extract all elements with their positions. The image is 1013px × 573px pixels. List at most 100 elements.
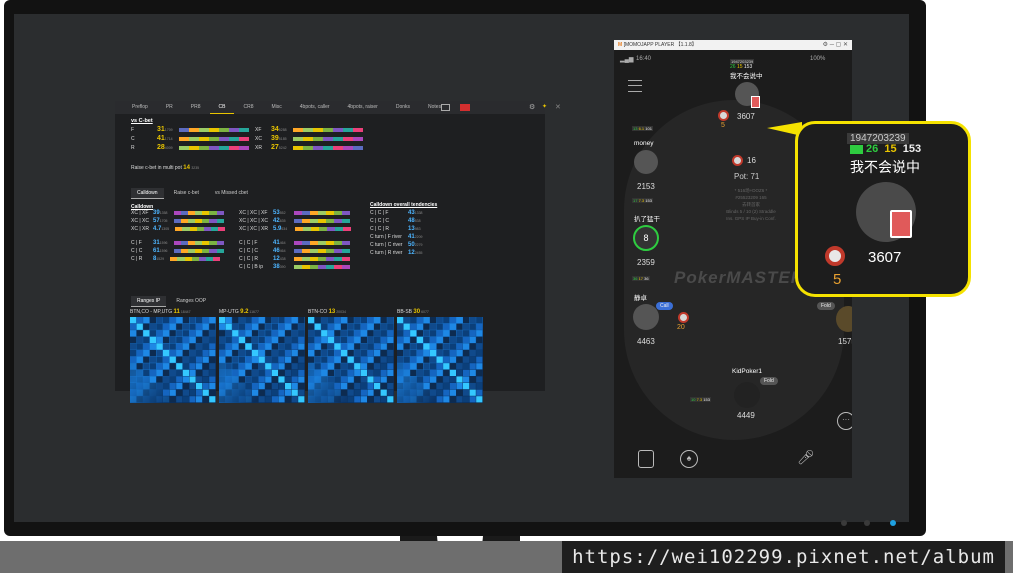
stat-value[interactable]: 13 [408,226,415,232]
more-options-icon[interactable]: ··· [837,412,852,430]
stat-value[interactable]: 39 [153,210,160,216]
left-player-2-timer[interactable]: 8 [633,225,659,251]
stat-label: XC | XR [131,226,149,232]
settings-icon[interactable]: ⚙ [529,103,535,111]
tab-pr8[interactable]: PR8 [182,101,210,114]
stat-value[interactable]: 31 [157,126,165,133]
stat-value[interactable]: 42 [273,218,280,224]
stat-value[interactable]: 46 [273,248,280,254]
tab-ranges-oop[interactable]: Ranges OOP [170,296,212,307]
table-info-line: Blinds 5 / 10 (2) Straddle [726,209,776,214]
range-sample: 6077 [420,310,429,314]
spade-icon[interactable]: ♠ [680,450,698,468]
ranges-panel: BTN,CO - MP,UTG 11 18447 MP-UTG 9.2 11677… [130,309,550,409]
stat-value[interactable]: 31 [153,240,160,246]
pin-icon[interactable]: ✦ [542,103,547,110]
subtab-vs-missed-cbet[interactable]: vs Missed cbet [209,188,254,199]
stat-value[interactable]: 27 [271,144,279,151]
stat-value[interactable]: 48 [408,218,415,224]
stat-row: C | C | C 46 464 [239,248,350,254]
stat-value[interactable]: 41 [273,240,280,246]
tab-cb[interactable]: CB [209,101,235,114]
stat-row: C | C | F 41 464 [239,240,350,246]
bottom-player-avatar[interactable] [734,382,760,408]
range-label: BTN-CO [308,309,329,315]
subtab-calldown[interactable]: Calldown [131,188,164,199]
stat-value[interactable]: 4.7 [153,226,161,232]
left-player-1-name: money [634,140,654,147]
stat-bar [170,257,221,261]
stat-value[interactable]: 57 [153,218,160,224]
flag-icon[interactable] [460,104,470,111]
window-controls-icon[interactable]: ⚙ ─ ▢ ✕ [823,40,848,50]
range-grid[interactable] [130,317,216,403]
power-led [890,520,896,526]
table-info-line: Ins. GPS IP Buy-in Conf. [726,216,776,221]
overall-title: Calldown overall tendencies [370,202,438,208]
stat-sample: 464 [279,249,286,253]
tab-cr8[interactable]: CR8 [234,101,262,114]
stat-label: C turn | F river [370,234,402,240]
stat-bar [178,127,249,132]
bet-chip-icon [825,246,845,266]
stat-bar [295,227,352,231]
tab-pr[interactable]: PR [157,101,182,114]
close-icon[interactable]: ✕ [555,103,561,111]
stat-sample: 390 [279,265,286,269]
range-sample: 11677 [248,310,259,314]
right-player-action: Fold [817,302,835,310]
left-player-1-avatar[interactable] [634,150,658,174]
range-title: BB-SB 30 6077 [397,309,485,315]
tab-misc[interactable]: Misc [263,101,291,114]
stat-label: XC [255,135,262,142]
stat-bar [292,127,363,132]
top-player-bet: 5 [721,122,725,129]
left-player-3-bet: 20 [677,324,685,331]
range-grid[interactable] [308,317,394,403]
signal-icon: ▂▄▆ [620,57,634,63]
stat-label: C | R [131,256,143,262]
stat-value[interactable]: 41 [157,135,165,142]
stat-row: XC | XC | XR 5.9 634 [239,226,352,232]
stat-value[interactable]: 28 [157,144,165,151]
range-grid[interactable] [219,317,305,403]
tab-4bpots-raiser[interactable]: 4bpots, raiser [339,101,387,114]
stat-sample: 1305 [161,227,170,231]
tab-4bpots-caller[interactable]: 4bpots, caller [291,101,339,114]
range-sample: 20034 [335,310,346,314]
stat-value[interactable]: 5.9 [273,226,281,232]
microphone-icon[interactable]: 🎤︎ [797,449,815,466]
callout-stats: 26 15 153 [866,143,922,155]
stat-bar [175,227,226,231]
stat-value[interactable]: 53 [273,210,280,216]
subtab-raise-cbet[interactable]: Raise c-bet [168,188,205,199]
left-player-2-stack: 2359 [637,258,655,267]
stat-value[interactable]: 34 [271,126,279,133]
stat-row: F 31 1709 [131,126,249,133]
tab-donks[interactable]: Donks [387,101,419,114]
stat-value[interactable]: 39 [271,135,279,142]
range-grid[interactable] [397,317,483,403]
chart-icon[interactable] [441,104,450,111]
stat-sample: 1529 [156,257,165,261]
left-player-3-name: 静卓 [634,295,647,302]
stat-value[interactable]: 50 [408,242,415,248]
stat-value[interactable]: 38 [273,264,280,270]
left-player-3-avatar[interactable] [633,304,659,330]
callout-player-name: 我不会说中 [850,159,920,175]
stat-label: XC | XF [131,210,149,216]
stat-label: R [131,144,135,151]
stat-value[interactable]: 12 [408,250,415,256]
card-icon [890,210,912,238]
stat-value[interactable]: 12 [273,256,280,262]
stat-value[interactable]: 61 [153,248,160,254]
stat-bar [173,241,224,245]
stat-value[interactable]: 43 [408,210,415,216]
table-info: * 516场+DOZ6 * #25523209 165 去转首家 Blinds 5 /… [706,187,796,222]
stat-value[interactable]: 41 [408,234,415,240]
history-icon[interactable] [638,450,654,468]
stat-row: C | F 31 1596 [131,240,224,246]
menu-icon[interactable] [628,80,642,92]
tab-preflop[interactable]: Preflop [123,101,157,114]
tab-ranges-ip[interactable]: Ranges IP [131,296,167,307]
